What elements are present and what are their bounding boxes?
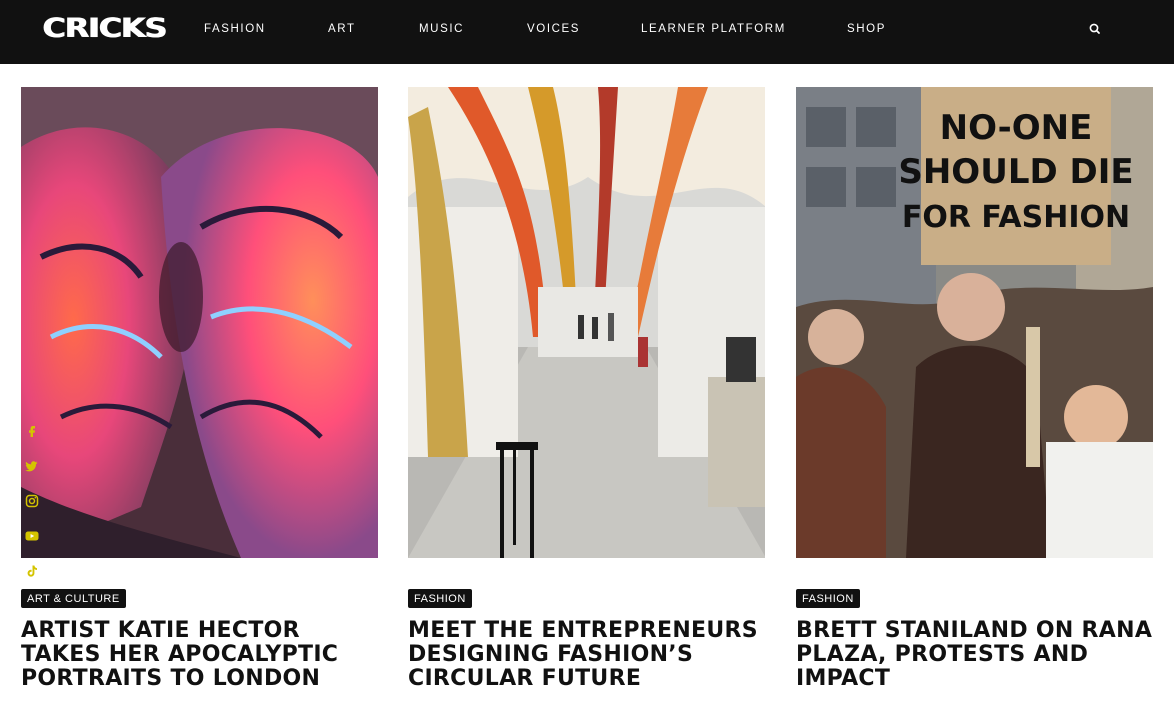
- nav-item-art[interactable]: ART: [328, 23, 356, 35]
- instagram-icon[interactable]: [25, 494, 39, 508]
- category-tag[interactable]: FASHION: [408, 589, 472, 608]
- nav-item-learner-platform[interactable]: LEARNER PLATFORM: [641, 23, 786, 35]
- facebook-icon[interactable]: [25, 424, 39, 438]
- main-nav: FASHION ART MUSIC VOICES LEARNER PLATFOR…: [0, 0, 1174, 64]
- article-image-exhibition[interactable]: [408, 87, 765, 558]
- search-icon[interactable]: [1088, 22, 1102, 36]
- nav-item-fashion[interactable]: FASHION: [204, 23, 266, 35]
- article-title[interactable]: MEET THE ENTREPRENEURS DESIGNING FASHION…: [408, 619, 765, 691]
- article-image-protest[interactable]: NO-ONE SHOULD DIE FOR FASHION: [796, 87, 1153, 558]
- article-title[interactable]: BRETT STANILAND ON RANA PLAZA, PROTESTS …: [796, 619, 1153, 691]
- article-image-portraits[interactable]: [21, 87, 378, 558]
- nav-item-voices[interactable]: VOICES: [527, 23, 580, 35]
- nav-item-shop[interactable]: SHOP: [847, 23, 886, 35]
- nav-item-music[interactable]: MUSIC: [419, 23, 464, 35]
- article-title[interactable]: ARTIST KATIE HECTOR TAKES HER APOCALYPTI…: [21, 619, 378, 691]
- protest-sign-line-2: SHOULD DIE: [898, 152, 1133, 192]
- article-card[interactable]: ART & CULTURE ARTIST KATIE HECTOR TAKES …: [21, 87, 378, 691]
- twitter-icon[interactable]: [25, 459, 39, 473]
- protest-sign-line-3: FOR FASHION: [902, 200, 1130, 235]
- category-tag[interactable]: FASHION: [796, 589, 860, 608]
- category-tag[interactable]: ART & CULTURE: [21, 589, 126, 608]
- protest-sign-line-1: NO-ONE: [940, 108, 1093, 148]
- top-navigation-bar: CRICKS FASHION ART MUSIC VOICES LEARNER …: [0, 0, 1174, 64]
- youtube-icon[interactable]: [25, 529, 39, 543]
- tiktok-icon[interactable]: [25, 564, 39, 578]
- article-card[interactable]: FASHION MEET THE ENTREPRENEURS DESIGNING…: [408, 87, 765, 691]
- article-card[interactable]: NO-ONE SHOULD DIE FOR FASHION FASHION BR…: [796, 87, 1153, 691]
